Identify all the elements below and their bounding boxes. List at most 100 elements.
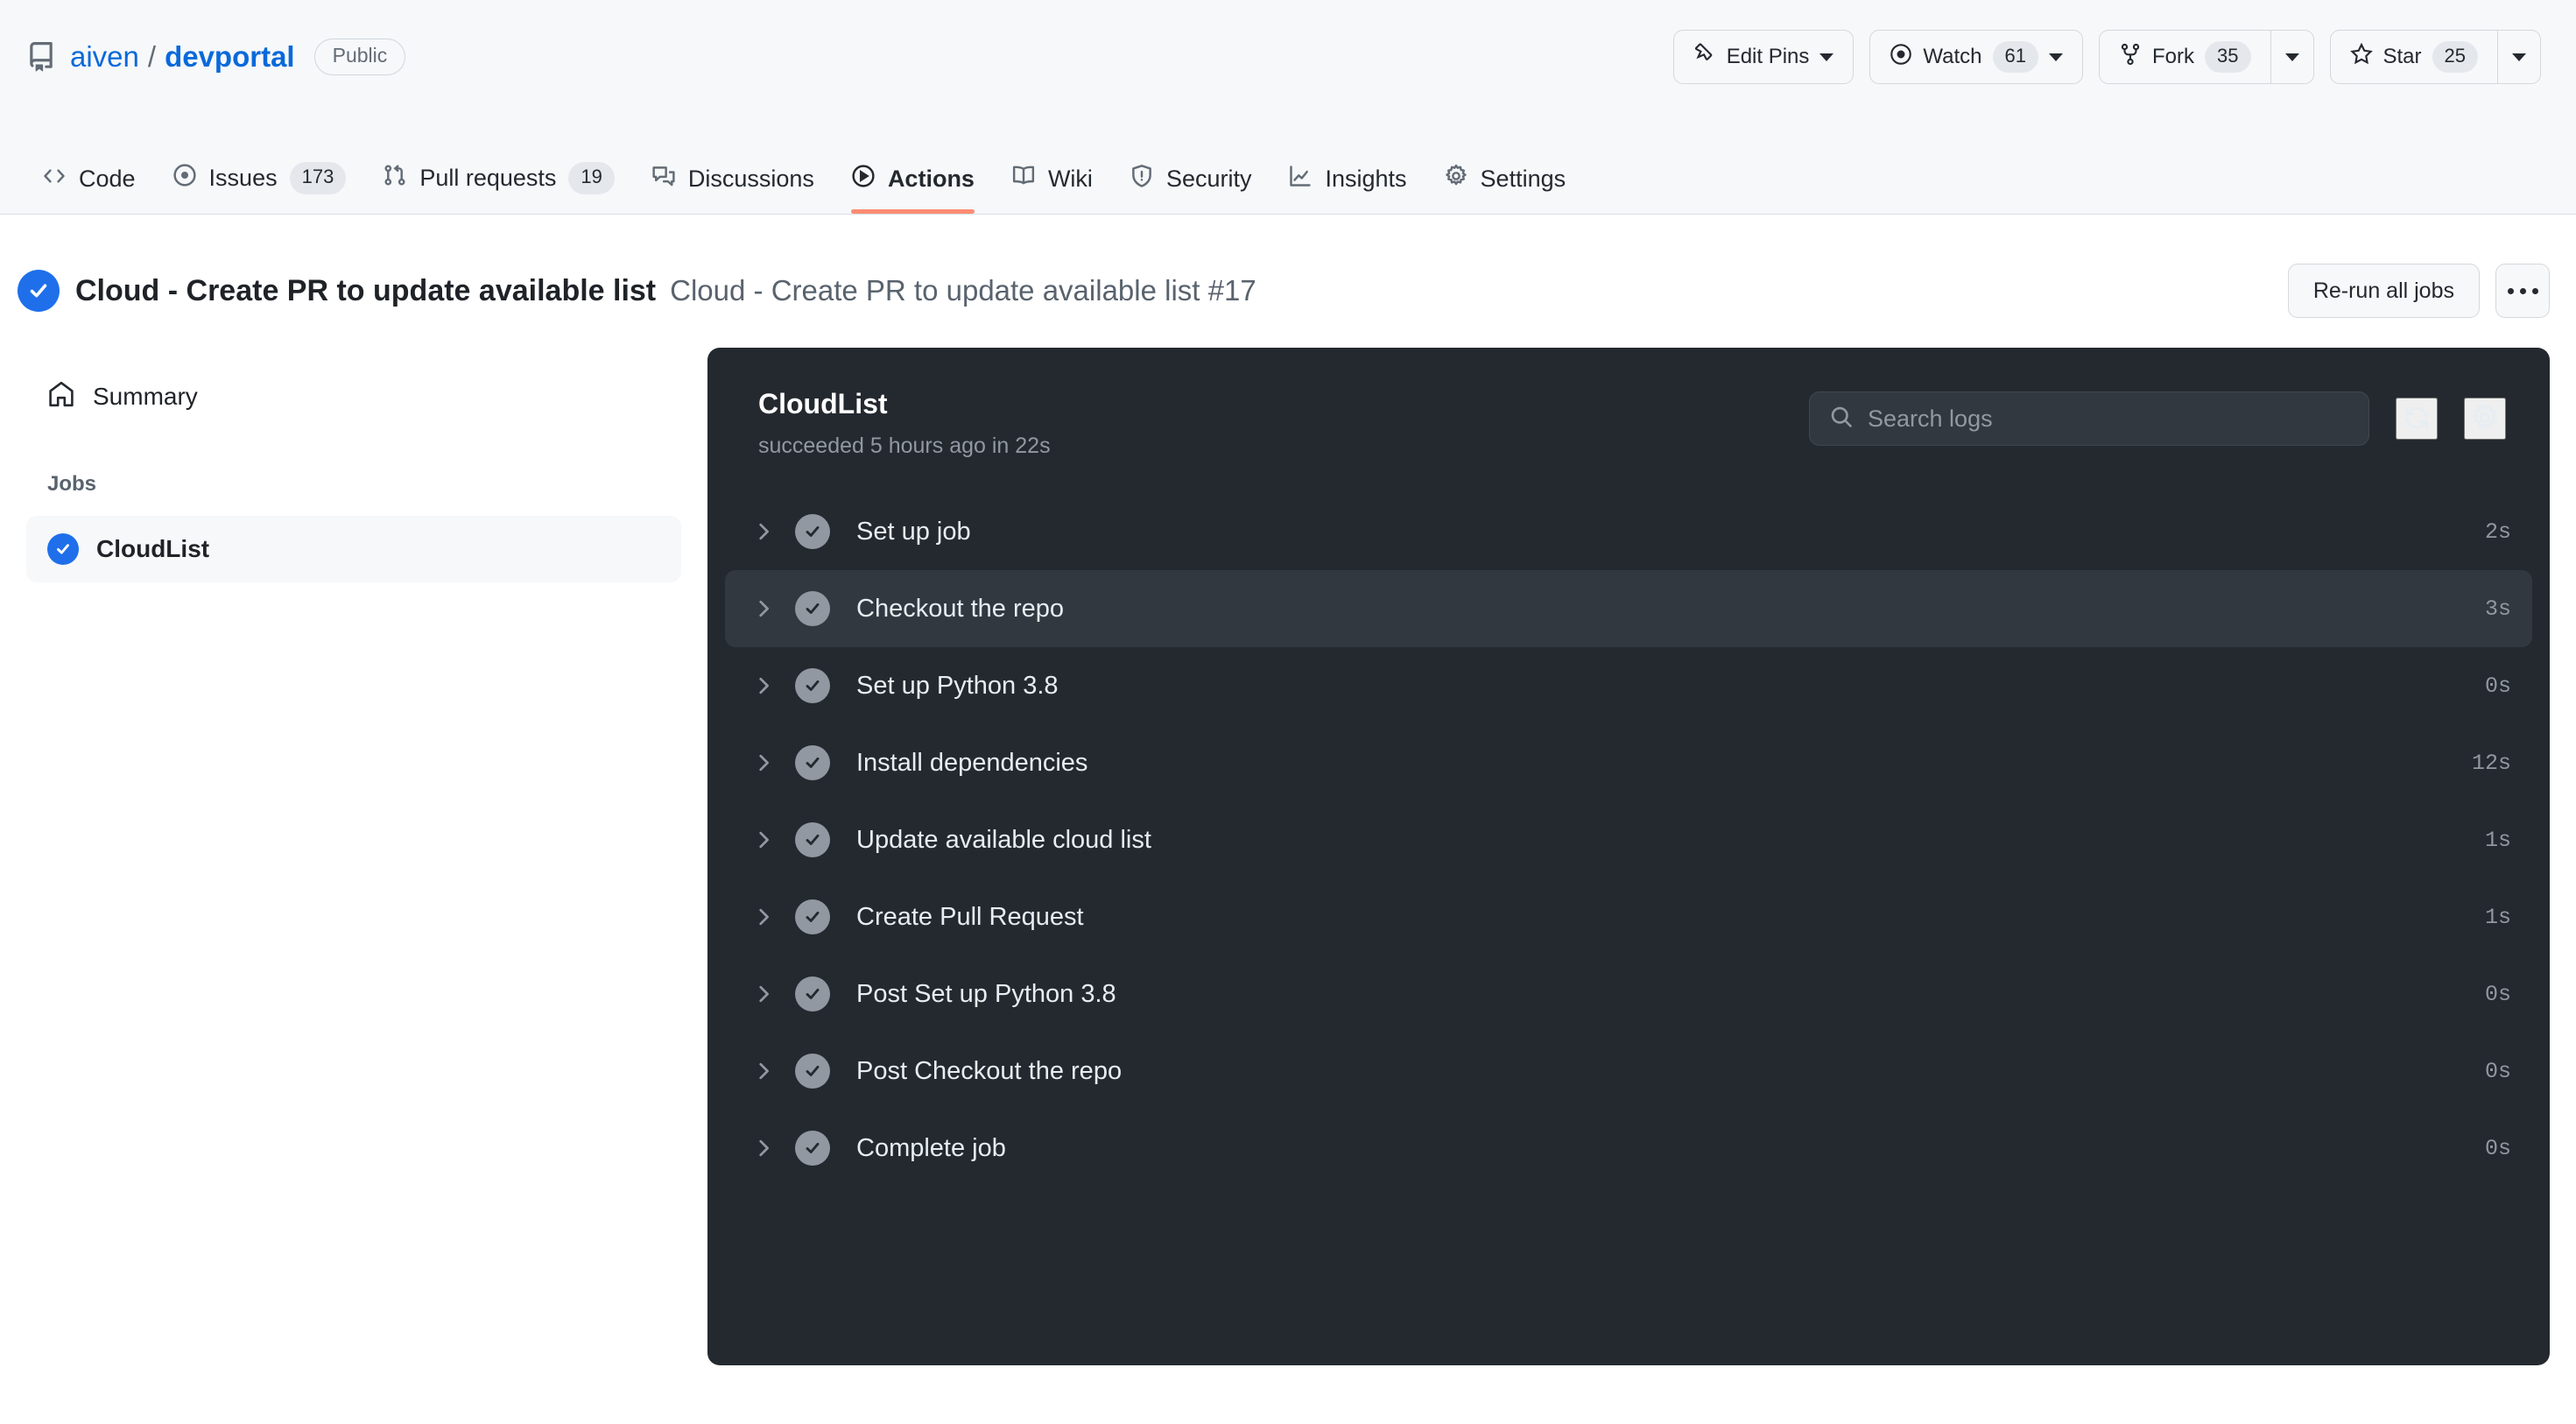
repo-header: aiven / devportal Public Edit Pins Watch… bbox=[0, 0, 2576, 215]
step-row[interactable]: Set up job 2s bbox=[725, 493, 2532, 570]
tab-pull-requests-label: Pull requests bbox=[419, 165, 557, 192]
run-header-actions: Re-run all jobs bbox=[2287, 264, 2550, 318]
breadcrumb: aiven / devportal bbox=[70, 40, 295, 74]
repo-actions: Edit Pins Watch 61 Fork 35 Star 25 bbox=[1672, 30, 2541, 84]
step-row[interactable]: Complete job 0s bbox=[725, 1110, 2532, 1187]
tab-security[interactable]: Security bbox=[1114, 164, 1268, 214]
tab-issues-count: 173 bbox=[289, 162, 347, 194]
tab-discussions[interactable]: Discussions bbox=[636, 164, 830, 214]
edit-pins-label: Edit Pins bbox=[1726, 45, 1810, 68]
step-list: Set up job 2s Checkout the repo 3s Set u… bbox=[707, 479, 2550, 1187]
chevron-right-icon[interactable] bbox=[744, 983, 783, 1005]
chevron-right-icon[interactable] bbox=[744, 597, 783, 620]
sidebar-jobs-heading: Jobs bbox=[47, 472, 97, 496]
sidebar-item-cloudlist[interactable]: CloudList bbox=[26, 516, 681, 582]
star-dropdown-button[interactable] bbox=[2497, 30, 2541, 84]
step-name: Post Checkout the repo bbox=[856, 1056, 1123, 1085]
check-circle-icon bbox=[795, 976, 830, 1012]
chevron-right-icon[interactable] bbox=[744, 520, 783, 543]
kebab-dot bbox=[2531, 287, 2538, 294]
tab-issues[interactable]: Issues 173 bbox=[157, 162, 362, 214]
search-logs-box[interactable] bbox=[1809, 391, 2369, 446]
step-row[interactable]: Post Set up Python 3.8 0s bbox=[725, 955, 2532, 1033]
book-icon bbox=[1011, 164, 1036, 194]
tab-wiki-label: Wiki bbox=[1047, 166, 1093, 192]
check-circle-fill-icon bbox=[47, 533, 79, 565]
fork-icon bbox=[2119, 43, 2142, 72]
fork-button-group: Fork 35 bbox=[2099, 30, 2314, 84]
step-row[interactable]: Set up Python 3.8 0s bbox=[725, 647, 2532, 724]
chevron-right-icon[interactable] bbox=[744, 906, 783, 928]
check-circle-icon bbox=[795, 745, 830, 780]
check-circle-icon bbox=[795, 514, 830, 549]
tab-actions[interactable]: Actions bbox=[835, 164, 990, 214]
chevron-down-icon bbox=[2512, 53, 2526, 61]
tab-settings[interactable]: Settings bbox=[1428, 164, 1582, 214]
sidebar-item-cloudlist-label: CloudList bbox=[96, 535, 210, 562]
search-logs-input[interactable] bbox=[1868, 405, 2349, 433]
tab-settings-label: Settings bbox=[1480, 166, 1566, 192]
tab-pull-requests[interactable]: Pull requests 19 bbox=[367, 162, 630, 214]
chevron-right-icon[interactable] bbox=[744, 1137, 783, 1160]
fork-label: Fork bbox=[2152, 45, 2195, 68]
repo-icon bbox=[26, 42, 56, 72]
repo-owner-link[interactable]: aiven bbox=[70, 40, 139, 74]
star-button[interactable]: Star 25 bbox=[2329, 30, 2497, 84]
repo-nav: Code Issues 173 Pull requests 19 Discuss… bbox=[0, 133, 2576, 214]
log-job-info: CloudList succeeded 5 hours ago in 22s bbox=[758, 386, 1051, 459]
chevron-right-icon[interactable] bbox=[744, 828, 783, 851]
job-log-panel: CloudList succeeded 5 hours ago in 22s S… bbox=[707, 348, 2550, 1365]
chevron-down-icon bbox=[2284, 53, 2299, 61]
step-duration: 1s bbox=[2484, 827, 2511, 853]
log-job-name: CloudList bbox=[758, 388, 888, 419]
tab-security-label: Security bbox=[1165, 166, 1252, 192]
run-subtitle: Cloud - Create PR to update available li… bbox=[670, 274, 1256, 307]
chevron-right-icon[interactable] bbox=[744, 1060, 783, 1082]
shield-icon bbox=[1130, 164, 1154, 194]
step-row[interactable]: Update available cloud list 1s bbox=[725, 801, 2532, 878]
step-name: Checkout the repo bbox=[856, 594, 1064, 623]
comment-discussion-icon bbox=[651, 164, 676, 194]
step-name: Set up Python 3.8 bbox=[856, 671, 1059, 700]
watch-count: 61 bbox=[1992, 40, 2039, 74]
kebab-dot bbox=[2507, 287, 2514, 294]
fork-count: 35 bbox=[2205, 40, 2251, 74]
step-duration: 0s bbox=[2484, 981, 2511, 1007]
log-settings-button[interactable] bbox=[2464, 398, 2506, 440]
edit-pins-button[interactable]: Edit Pins bbox=[1672, 30, 1855, 84]
tab-discussions-label: Discussions bbox=[687, 166, 814, 192]
tab-insights[interactable]: Insights bbox=[1272, 164, 1422, 214]
tab-pull-requests-count: 19 bbox=[568, 162, 615, 194]
step-name: Set up job bbox=[856, 517, 971, 546]
log-job-status: succeeded 5 hours ago in 22s bbox=[758, 434, 1051, 458]
check-circle-icon bbox=[18, 270, 60, 312]
step-row[interactable]: Install dependencies 12s bbox=[725, 724, 2532, 801]
fork-dropdown-button[interactable] bbox=[2270, 30, 2314, 84]
refresh-logs-button[interactable] bbox=[2396, 398, 2438, 440]
chevron-right-icon[interactable] bbox=[744, 751, 783, 774]
tab-actions-label: Actions bbox=[887, 166, 975, 192]
watch-button[interactable]: Watch 61 bbox=[1869, 30, 2084, 84]
tab-wiki[interactable]: Wiki bbox=[996, 164, 1109, 214]
kebab-horizontal-icon[interactable] bbox=[2495, 264, 2550, 318]
check-circle-icon bbox=[795, 822, 830, 857]
step-row[interactable]: Checkout the repo 3s bbox=[725, 570, 2532, 647]
repo-name-link[interactable]: devportal bbox=[165, 40, 295, 74]
step-name: Install dependencies bbox=[856, 748, 1088, 777]
fork-button[interactable]: Fork 35 bbox=[2099, 30, 2270, 84]
step-row[interactable]: Create Pull Request 1s bbox=[725, 878, 2532, 955]
star-label: Star bbox=[2382, 45, 2422, 68]
star-button-group: Star 25 bbox=[2329, 30, 2541, 84]
tab-code[interactable]: Code bbox=[26, 164, 151, 214]
rerun-all-jobs-button[interactable]: Re-run all jobs bbox=[2287, 264, 2480, 318]
step-duration: 12s bbox=[2471, 750, 2511, 776]
step-row[interactable]: Post Checkout the repo 0s bbox=[725, 1033, 2532, 1110]
main-content: Summary Jobs CloudList CloudList succeed… bbox=[0, 321, 2576, 1365]
check-circle-icon bbox=[795, 1131, 830, 1166]
chevron-down-icon bbox=[2049, 53, 2064, 61]
sidebar-item-summary[interactable]: Summary bbox=[26, 363, 681, 430]
gear-icon bbox=[1444, 164, 1468, 194]
step-duration: 0s bbox=[2484, 1058, 2511, 1084]
star-count: 25 bbox=[2432, 40, 2478, 74]
chevron-right-icon[interactable] bbox=[744, 674, 783, 697]
